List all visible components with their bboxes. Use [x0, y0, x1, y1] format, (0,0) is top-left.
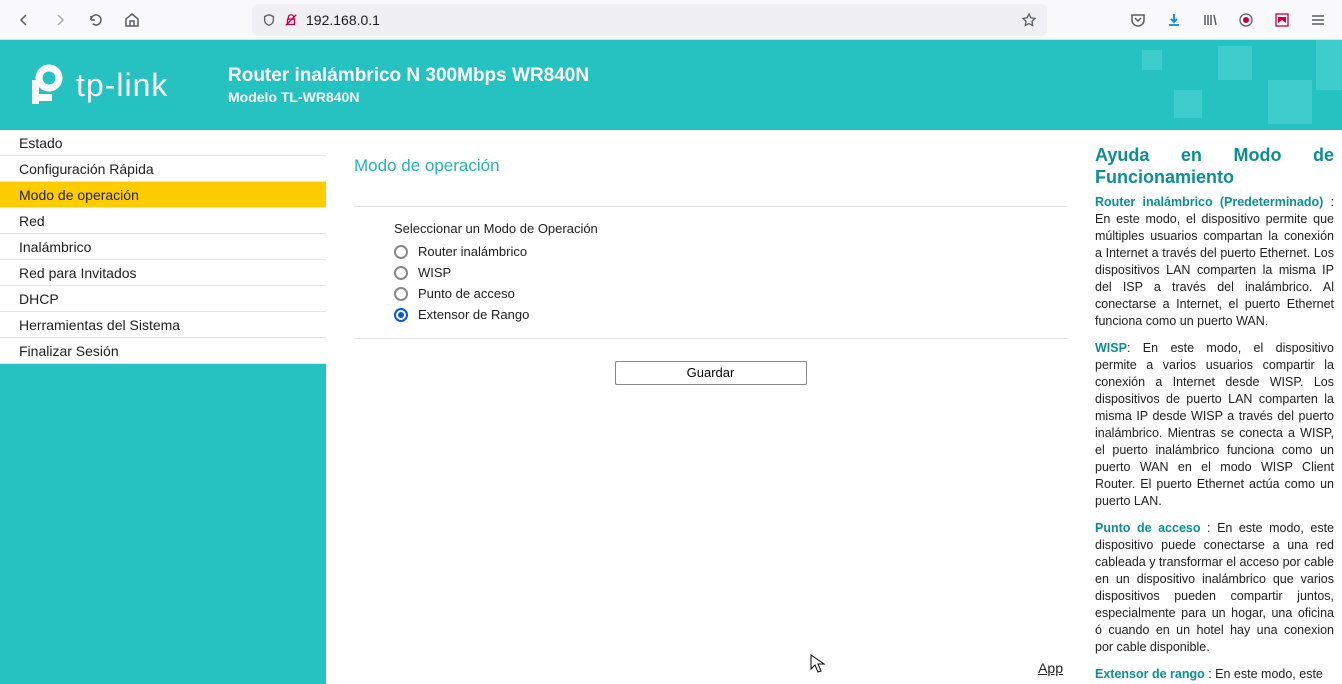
radio-icon: [394, 266, 408, 280]
extension2-icon[interactable]: [1268, 6, 1296, 34]
back-button[interactable]: [8, 4, 40, 36]
radio-icon: [394, 287, 408, 301]
pocket-icon[interactable]: [1124, 6, 1152, 34]
help-paragraph: WISP: En este modo, el dispositivo permi…: [1095, 340, 1334, 510]
help-title: Ayuda en Modo de Funcionamiento: [1095, 144, 1334, 188]
help-paragraph: Punto de acceso : En este modo, este dis…: [1095, 520, 1334, 656]
panel-heading: Modo de operación: [354, 156, 1067, 190]
section-label: Seleccionar un Modo de Operación: [394, 221, 1067, 236]
sidebar-item-red[interactable]: Red: [0, 208, 326, 234]
brand-text: tp-link: [76, 67, 168, 104]
sidebar-item-inalámbrico[interactable]: Inalámbrico: [0, 234, 326, 260]
sidebar-item-configuración-rápida[interactable]: Configuración Rápida: [0, 156, 326, 182]
help-paragraph: Extensor de rango : En este modo, este: [1095, 666, 1334, 683]
logo: tp-link: [20, 60, 168, 110]
main-panel: Modo de operación Seleccionar un Modo de…: [336, 130, 1085, 684]
url-text: 192.168.0.1: [306, 12, 1013, 28]
radio-icon: [394, 245, 408, 259]
mouse-cursor: [810, 654, 826, 679]
save-button[interactable]: Guardar: [615, 361, 807, 385]
forward-button[interactable]: [44, 4, 76, 36]
shield-icon: [262, 13, 276, 27]
sidebar-item-estado[interactable]: Estado: [0, 130, 326, 156]
app-link[interactable]: App: [1038, 660, 1063, 676]
radio-label: Punto de acceso: [418, 286, 515, 301]
radio-label: WISP: [418, 265, 451, 280]
address-bar[interactable]: 192.168.0.1: [252, 4, 1047, 36]
sidebar-item-herramientas-del-sistema[interactable]: Herramientas del Sistema: [0, 312, 326, 338]
sidebar-item-modo-de-operación[interactable]: Modo de operación: [0, 182, 326, 208]
browser-toolbar: 192.168.0.1: [0, 0, 1342, 40]
sidebar-item-dhcp[interactable]: DHCP: [0, 286, 326, 312]
header-banner: tp-link Router inalámbrico N 300Mbps WR8…: [0, 40, 1342, 130]
library-icon[interactable]: [1196, 6, 1224, 34]
radio-option-wisp[interactable]: WISP: [394, 265, 1067, 280]
home-button[interactable]: [116, 4, 148, 36]
radio-option-router-inalámbrico[interactable]: Router inalámbrico: [394, 244, 1067, 259]
page-title: Router inalámbrico N 300Mbps WR840N: [228, 65, 589, 87]
sidebar: EstadoConfiguración RápidaModo de operac…: [0, 130, 326, 684]
download-icon[interactable]: [1160, 6, 1188, 34]
sidebar-item-finalizar-sesión[interactable]: Finalizar Sesión: [0, 338, 326, 364]
divider: [354, 338, 1067, 339]
divider: [354, 206, 1067, 207]
radio-label: Router inalámbrico: [418, 244, 527, 259]
radio-option-extensor-de-rango[interactable]: Extensor de Rango: [394, 307, 1067, 322]
decorative-squares: [1082, 40, 1342, 130]
extension1-icon[interactable]: [1232, 6, 1260, 34]
radio-icon: [394, 308, 408, 322]
sidebar-item-red-para-invitados[interactable]: Red para Invitados: [0, 260, 326, 286]
help-panel: Ayuda en Modo de Funcionamiento Router i…: [1095, 130, 1342, 684]
reload-button[interactable]: [80, 4, 112, 36]
model-text: Modelo TL-WR840N: [228, 89, 589, 105]
help-paragraph: Router inalámbrico (Predeterminado) : En…: [1095, 194, 1334, 330]
radio-option-punto-de-acceso[interactable]: Punto de acceso: [394, 286, 1067, 301]
menu-icon[interactable]: [1304, 6, 1332, 34]
radio-label: Extensor de Rango: [418, 307, 529, 322]
star-icon[interactable]: [1021, 12, 1037, 28]
lock-insecure-icon: [284, 13, 298, 27]
